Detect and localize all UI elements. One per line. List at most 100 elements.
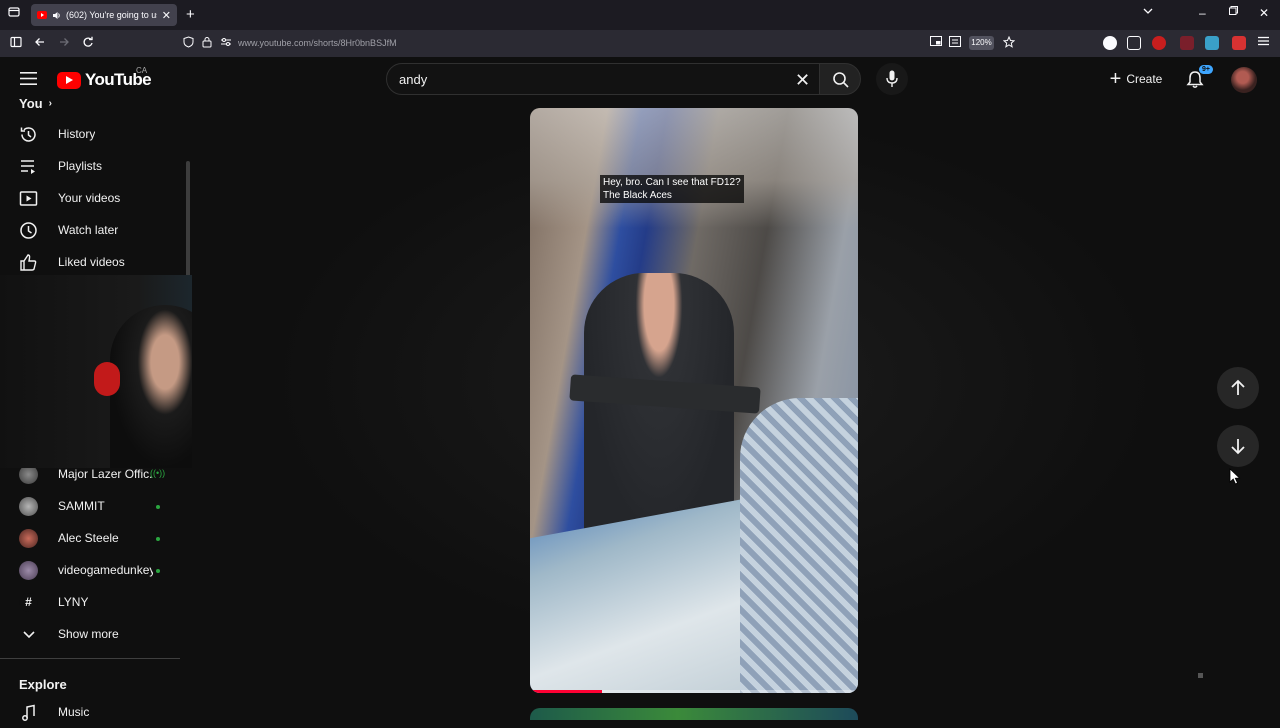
arrow-up-icon xyxy=(1231,379,1245,395)
sidebar-item-your-videos[interactable]: Your videos xyxy=(0,182,180,214)
next-short-button[interactable] xyxy=(1217,425,1259,467)
sidebar-subscription[interactable]: SAMMIT xyxy=(0,490,180,522)
channel-name: Major Lazer Offic... xyxy=(58,467,153,481)
tab-close-icon[interactable]: ✕ xyxy=(162,9,171,22)
your-videos-icon xyxy=(19,189,38,208)
sidebar-toggle-icon[interactable] xyxy=(10,36,22,48)
address-bar-url[interactable]: www.youtube.com/shorts/8Hr0bnBSJfM xyxy=(238,38,397,48)
extension-blue-icon[interactable] xyxy=(1205,36,1219,50)
lyny-channel-icon: # xyxy=(19,592,38,612)
create-button[interactable]: + Create xyxy=(1097,63,1175,95)
search-icon xyxy=(833,72,849,88)
sidebar-item-label: Playlists xyxy=(58,159,103,173)
extensions-puzzle-icon[interactable] xyxy=(1127,36,1141,50)
tab-overview-icon[interactable] xyxy=(8,6,20,18)
browser-navigation-bar: www.youtube.com/shorts/8Hr0bnBSJfM 120% xyxy=(0,30,1280,57)
guide-menu-icon[interactable] xyxy=(20,72,37,85)
tab-list-chevron-icon[interactable] xyxy=(1143,6,1153,16)
you-section-heading[interactable]: You › xyxy=(19,96,52,111)
sidebar-item-watch-later[interactable]: Watch later xyxy=(0,214,180,246)
watch-later-icon xyxy=(19,221,38,240)
microphone-icon xyxy=(886,70,898,87)
search-input[interactable] xyxy=(399,72,779,87)
sidebar-item-playlists[interactable]: Playlists xyxy=(0,150,180,182)
back-icon[interactable] xyxy=(34,36,46,48)
previous-short-button[interactable] xyxy=(1217,367,1259,409)
explore-section-heading: Explore xyxy=(19,677,67,692)
extension-box-icon[interactable] xyxy=(1180,36,1194,50)
video-progress-bar[interactable] xyxy=(530,690,858,693)
sidebar-item-label: History xyxy=(58,127,96,141)
history-icon xyxy=(19,125,38,144)
sidebar-item-label: Watch later xyxy=(58,223,119,237)
clear-search-icon[interactable]: ✕ xyxy=(795,71,810,89)
sidebar-item-history[interactable]: History xyxy=(0,118,180,150)
extension-red-icon[interactable] xyxy=(1152,36,1166,50)
reader-view-icon[interactable] xyxy=(949,36,961,47)
voice-search-button[interactable] xyxy=(876,63,908,95)
forward-icon[interactable] xyxy=(58,36,70,48)
sidebar-item-liked-videos[interactable]: Liked videos xyxy=(0,246,180,278)
youtube-header: YouTube CA ✕ + Create 9+ xyxy=(0,57,1280,101)
video-scene-ceiling xyxy=(530,108,858,228)
show-more-label: Show more xyxy=(58,627,119,641)
new-content-dot xyxy=(156,505,160,509)
video-scene-customer xyxy=(740,398,858,693)
new-tab-icon[interactable]: + xyxy=(186,6,195,23)
search-button[interactable] xyxy=(819,63,861,95)
create-label: Create xyxy=(1126,72,1163,86)
channel-avatar xyxy=(19,560,38,580)
restore-icon[interactable] xyxy=(1229,6,1238,15)
live-broadcast-icon: ((•)) xyxy=(150,468,166,478)
minimize-icon[interactable]: – xyxy=(1199,6,1206,20)
caption-line-2: The Black Aces xyxy=(603,190,672,201)
you-heading-label: You xyxy=(19,96,43,111)
close-window-icon[interactable]: ✕ xyxy=(1259,6,1269,20)
chevron-down-icon xyxy=(19,625,38,644)
lock-icon[interactable] xyxy=(202,36,212,48)
browser-menu-icon[interactable] xyxy=(1258,36,1269,46)
audio-playing-icon[interactable] xyxy=(52,11,61,20)
arrow-down-icon xyxy=(1231,439,1245,455)
notification-count-badge: 9+ xyxy=(1199,65,1213,74)
sidebar-item-label: Your videos xyxy=(58,191,121,205)
channel-name: videogamedunkey xyxy=(58,563,153,577)
search-box: ✕ xyxy=(386,63,820,95)
browser-tab-bar: (602) You're going to use th ✕ + – ✕ xyxy=(0,0,1280,30)
picture-in-picture-icon[interactable] xyxy=(930,36,942,46)
sidebar-item-label: Liked videos xyxy=(58,255,125,269)
next-short-preview[interactable] xyxy=(530,708,858,720)
youtube-favicon-icon xyxy=(37,11,47,19)
video-caption: Hey, bro. Can I see that FD12? The Black… xyxy=(600,175,744,203)
sidebar-subscription[interactable]: # LYNY xyxy=(0,586,180,618)
tracking-protection-icon[interactable] xyxy=(183,36,194,48)
country-code: CA xyxy=(136,66,148,75)
youtube-play-logo-icon xyxy=(57,71,81,89)
caption-line-1: Hey, bro. Can I see that FD12? xyxy=(603,177,741,188)
sidebar-scrollbar[interactable] xyxy=(186,161,190,281)
sidebar-subscription[interactable]: videogamedunkey xyxy=(0,554,180,586)
explore-heading-label: Explore xyxy=(19,677,67,692)
zoom-level[interactable]: 120% xyxy=(969,36,994,50)
browser-tab-active[interactable]: (602) You're going to use th ✕ xyxy=(31,4,177,26)
new-content-dot xyxy=(156,537,160,541)
new-content-dot xyxy=(156,569,160,573)
sidebar-subscription[interactable]: Alec Steele xyxy=(0,522,180,554)
sidebar-item-music[interactable]: Music xyxy=(0,696,180,728)
reload-icon[interactable] xyxy=(82,36,94,48)
permissions-icon[interactable] xyxy=(220,36,232,48)
sidebar-item-label: Music xyxy=(58,705,90,719)
short-video-player[interactable]: Hey, bro. Can I see that FD12? The Black… xyxy=(530,108,858,693)
video-progress-fill xyxy=(530,690,603,693)
tab-title: (602) You're going to use th xyxy=(66,10,157,20)
headphone-left xyxy=(94,362,120,396)
extension-pen-icon[interactable] xyxy=(1232,36,1246,50)
channel-name: Alec Steele xyxy=(58,531,119,545)
chevron-right-icon: › xyxy=(48,98,52,109)
show-more-button[interactable]: Show more xyxy=(0,618,180,650)
music-icon xyxy=(19,703,38,722)
extension-x-icon[interactable] xyxy=(1103,36,1117,50)
channel-avatar xyxy=(19,528,38,548)
bookmark-star-icon[interactable] xyxy=(1003,36,1015,48)
account-avatar[interactable] xyxy=(1231,67,1257,93)
